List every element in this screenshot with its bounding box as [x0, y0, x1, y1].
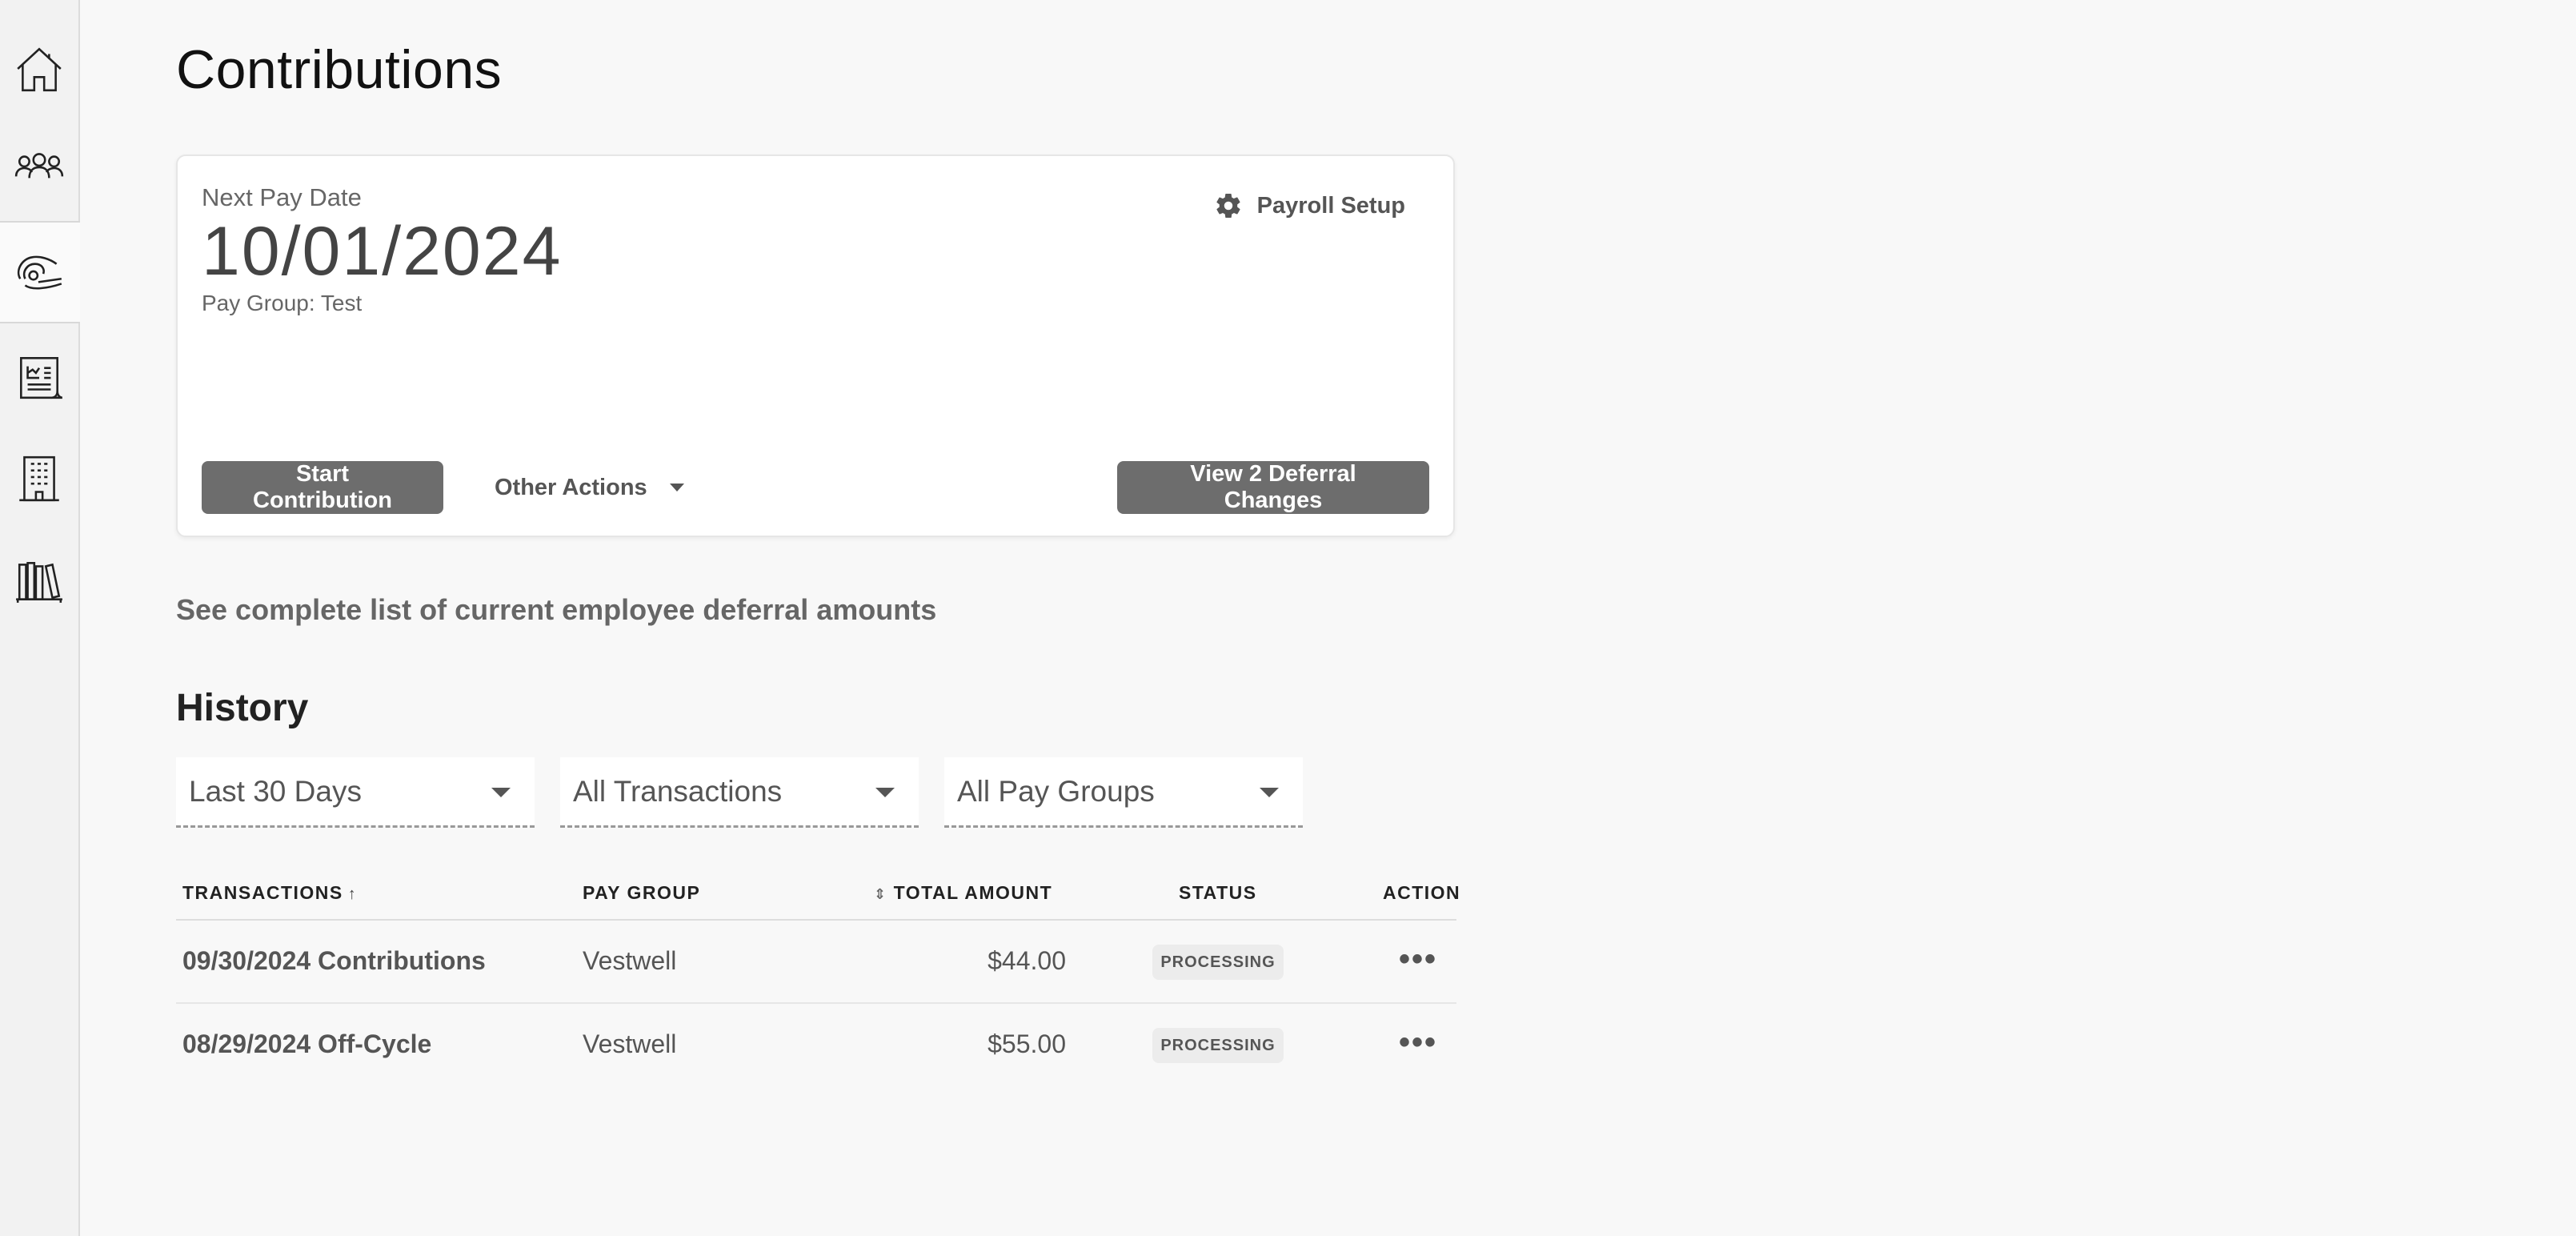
transaction-name[interactable]: 08/29/2024 Off-Cycle — [182, 1029, 431, 1059]
transaction-type-value: All Transactions — [573, 774, 783, 808]
building-icon — [19, 455, 59, 502]
document-icon — [20, 357, 63, 399]
pay-group-filter[interactable]: All Pay Groups — [944, 757, 1303, 828]
status-badge: PROCESSING — [1152, 945, 1284, 980]
sidebar — [0, 0, 80, 1236]
next-pay-date: 10/01/2024 — [202, 213, 563, 290]
sort-ascending-icon: ↑ — [347, 885, 358, 903]
sidebar-item-people[interactable] — [0, 118, 78, 218]
more-actions-icon[interactable]: ••• — [1399, 941, 1437, 977]
column-header-transactions[interactable]: TRANSACTIONS ↑ — [182, 882, 357, 904]
sidebar-item-building[interactable] — [0, 429, 78, 528]
pay-group-cell: Vestwell — [583, 1029, 677, 1058]
other-actions-dropdown[interactable]: Other Actions — [495, 461, 684, 514]
other-actions-label: Other Actions — [495, 474, 647, 500]
history-table: TRANSACTIONS ↑ PAY GROUP ⇕ TOTAL AMOUNT ST… — [176, 873, 1460, 1086]
table-header: TRANSACTIONS ↑ PAY GROUP ⇕ TOTAL AMOUNT ST… — [176, 873, 1460, 921]
payroll-setup-label: Payroll Setup — [1256, 192, 1405, 219]
table-row[interactable]: 08/29/2024 Off-Cycle Vestwell $55.00 PRO… — [176, 1004, 1456, 1086]
sidebar-item-home[interactable] — [0, 19, 78, 118]
home-icon — [17, 47, 62, 92]
total-amount-cell: $44.00 — [988, 946, 1066, 975]
sidebar-item-documents[interactable] — [0, 327, 78, 426]
gear-icon — [1216, 194, 1240, 219]
next-pay-card: Next Pay Date 10/01/2024 Pay Group: Test… — [176, 154, 1455, 537]
column-header-pay-group[interactable]: PAY GROUP — [583, 882, 700, 904]
caret-down-icon — [491, 788, 511, 797]
pay-group-label: Pay Group: Test — [202, 291, 363, 315]
caret-down-icon — [1260, 788, 1279, 797]
page-title: Contributions — [176, 39, 503, 100]
date-range-value: Last 30 Days — [189, 774, 362, 808]
view-deferral-changes-button[interactable]: View 2 Deferral Changes — [1117, 461, 1429, 514]
date-range-filter[interactable]: Last 30 Days — [176, 757, 535, 828]
caret-down-icon — [669, 484, 684, 492]
transaction-type-filter[interactable]: All Transactions — [560, 757, 919, 828]
total-amount-cell: $55.00 — [988, 1029, 1066, 1058]
start-contribution-button[interactable]: Start Contribution — [202, 461, 443, 514]
more-actions-icon[interactable]: ••• — [1399, 1025, 1437, 1061]
column-header-total-amount[interactable]: ⇕ TOTAL AMOUNT — [874, 882, 1052, 904]
library-icon — [16, 562, 62, 603]
sidebar-item-library[interactable] — [0, 532, 78, 631]
caret-down-icon — [875, 788, 895, 797]
pay-group-filter-value: All Pay Groups — [957, 774, 1155, 808]
next-pay-date-label: Next Pay Date — [202, 183, 362, 211]
column-header-action: ACTION — [1383, 882, 1461, 903]
column-header-transactions-label: TRANSACTIONS — [182, 882, 343, 903]
history-title: History — [176, 687, 309, 729]
contributions-icon — [17, 255, 62, 290]
column-header-status: STATUS — [1179, 882, 1257, 903]
table-row[interactable]: 09/30/2024 Contributions Vestwell $44.00… — [176, 921, 1456, 1004]
column-header-total-amount-label: TOTAL AMOUNT — [893, 882, 1053, 903]
deferral-amounts-link[interactable]: See complete list of current employee de… — [176, 593, 936, 627]
people-icon — [14, 153, 64, 179]
sidebar-item-contributions[interactable] — [0, 221, 80, 323]
pay-group-cell: Vestwell — [583, 946, 677, 975]
status-badge: PROCESSING — [1152, 1028, 1284, 1063]
payroll-setup-link[interactable]: Payroll Setup — [1214, 191, 1405, 220]
sort-icon: ⇕ — [874, 886, 887, 902]
transaction-name[interactable]: 09/30/2024 Contributions — [182, 946, 486, 976]
